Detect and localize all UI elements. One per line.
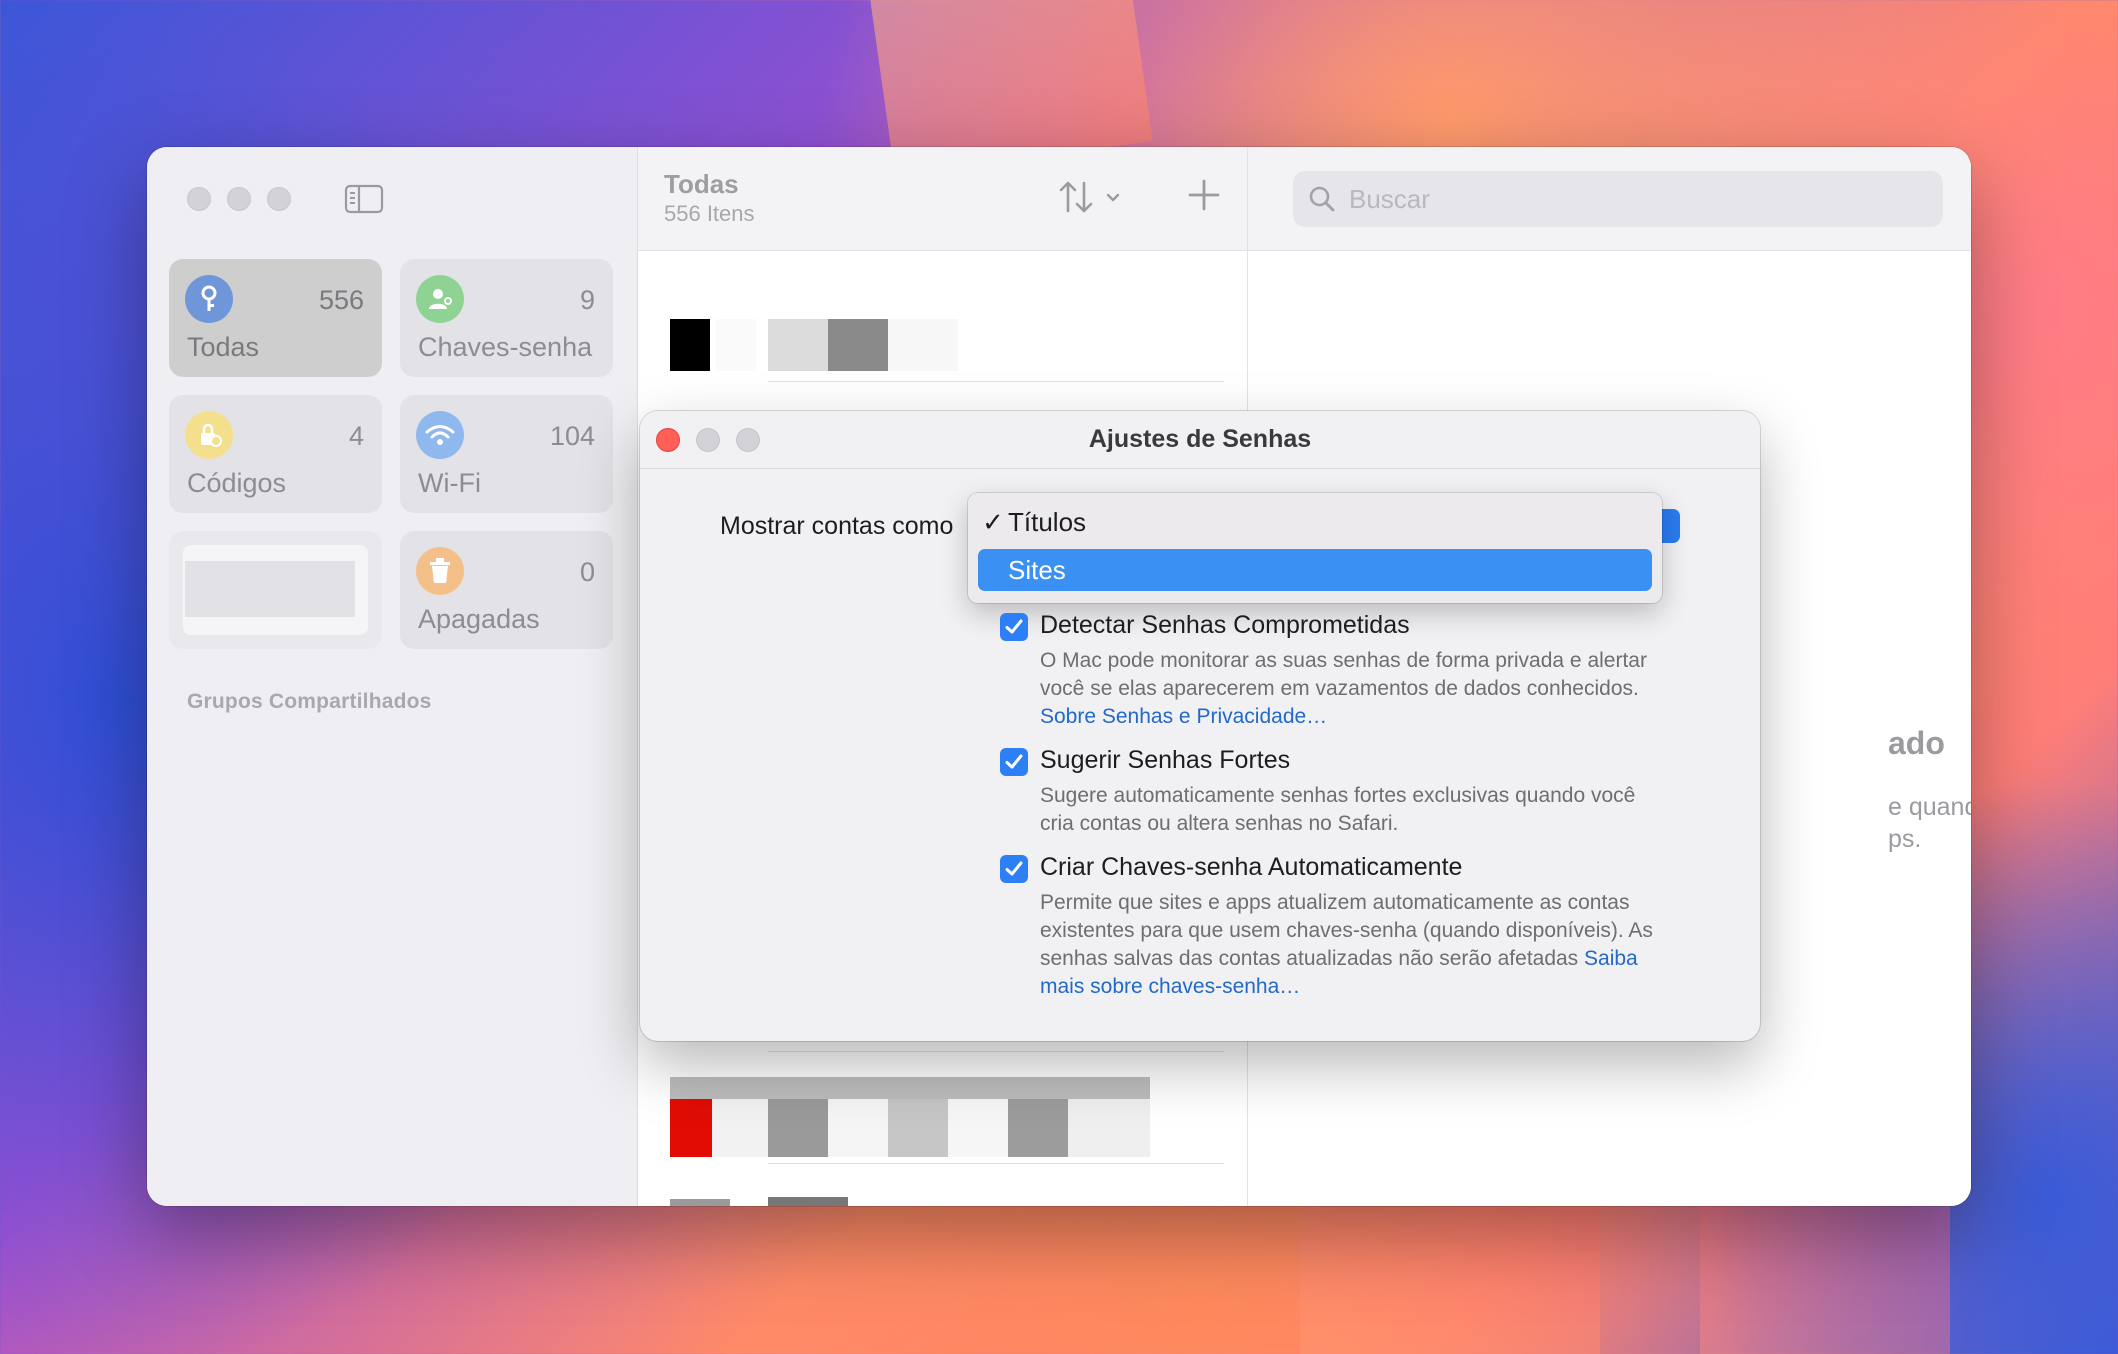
key-icon bbox=[185, 275, 233, 323]
option-description: O Mac pode monitorar as suas senhas de f… bbox=[1040, 649, 1647, 728]
search-input[interactable] bbox=[1349, 183, 1909, 215]
trash-icon bbox=[416, 547, 464, 595]
tile-count: 104 bbox=[549, 421, 595, 451]
sidebar-tile-todas[interactable]: 556 Todas bbox=[169, 259, 382, 377]
zoom-button[interactable] bbox=[267, 187, 291, 211]
detect-compromised-checkbox[interactable] bbox=[1000, 613, 1028, 641]
redacted-row-text bbox=[768, 319, 828, 371]
option-title: Sugerir Senhas Fortes bbox=[1040, 746, 1291, 774]
option-description: Sugere automaticamente senhas fortes exc… bbox=[1040, 784, 1636, 835]
tile-label: Wi-Fi bbox=[418, 468, 481, 498]
dialog-titlebar: Ajustes de Senhas bbox=[640, 411, 1760, 469]
empty-state-text: e quando você ps. bbox=[1888, 793, 1971, 853]
redacted-row-text bbox=[948, 1099, 1008, 1157]
sidebar-tile-redacted[interactable] bbox=[169, 531, 382, 649]
minimize-button[interactable] bbox=[227, 187, 251, 211]
plus-icon bbox=[1188, 179, 1220, 211]
redacted-row-icon bbox=[670, 1099, 712, 1157]
option-title: Criar Chaves-senha Automaticamente bbox=[1040, 853, 1463, 881]
popup-button-arrow[interactable] bbox=[1662, 509, 1680, 543]
search-field[interactable] bbox=[1293, 171, 1943, 227]
dialog-title: Ajustes de Senhas bbox=[1088, 425, 1312, 453]
row-separator bbox=[768, 1051, 1224, 1052]
sidebar-icon bbox=[344, 184, 384, 214]
show-accounts-label: Mostrar contas como bbox=[720, 512, 954, 540]
redacted-row-text bbox=[828, 1099, 888, 1157]
tile-label: Apagadas bbox=[418, 604, 540, 634]
empty-state-title: ado bbox=[1888, 725, 1945, 761]
checkmark-icon bbox=[1005, 619, 1023, 634]
tile-label: Chaves-senha bbox=[418, 332, 593, 362]
wifi-icon bbox=[416, 411, 464, 459]
menu-item-sites[interactable]: Sites bbox=[978, 549, 1652, 591]
redacted-row-icon bbox=[670, 319, 710, 371]
create-passkeys-checkbox[interactable] bbox=[1000, 855, 1028, 883]
checkmark-icon bbox=[1005, 861, 1023, 876]
redacted-row-text bbox=[828, 319, 888, 371]
sidebar-tile-wifi[interactable]: 104 Wi-Fi bbox=[400, 395, 613, 513]
tile-label: Todas bbox=[187, 332, 260, 362]
option-title: Detectar Senhas Comprometidas bbox=[1040, 611, 1410, 639]
option-description: Permite que sites e apps atualizem autom… bbox=[1040, 891, 1653, 998]
tile-count: 4 bbox=[348, 421, 364, 451]
redacted-row-text bbox=[712, 1099, 768, 1157]
sidebar: 556 Todas 9 Chaves-senha 4 Códigos 104 W… bbox=[147, 147, 638, 1206]
checkmark-icon bbox=[1005, 754, 1023, 769]
redacted-row-text bbox=[1008, 1099, 1068, 1157]
redacted-row-text bbox=[768, 1099, 828, 1157]
list-title: Todas bbox=[664, 169, 739, 199]
redacted-row-text bbox=[670, 1199, 730, 1206]
redacted-row-text bbox=[888, 1099, 948, 1157]
tile-label: Códigos bbox=[187, 468, 287, 498]
tile-count: 556 bbox=[318, 285, 364, 315]
sort-arrows-icon bbox=[1059, 181, 1120, 213]
row-separator bbox=[768, 1163, 1224, 1164]
shared-groups-heading: Grupos Compartilhados bbox=[187, 690, 432, 713]
window-controls bbox=[187, 187, 291, 211]
wallpaper-stripe bbox=[1700, 1180, 1950, 1354]
tile-count: 9 bbox=[579, 285, 595, 315]
menu-item-label: Títulos bbox=[1008, 506, 1087, 537]
redacted-row-text bbox=[1068, 1099, 1150, 1157]
sidebar-toggle-button[interactable] bbox=[344, 183, 384, 215]
detail-header bbox=[1248, 147, 1971, 251]
list-header: Todas 556 Itens bbox=[638, 147, 1247, 251]
close-button[interactable] bbox=[187, 187, 211, 211]
settings-dialog: Ajustes de Senhas Mostrar contas como ✓ … bbox=[640, 411, 1760, 1041]
redacted-row-text bbox=[716, 319, 756, 371]
redacted-row-text bbox=[670, 1077, 1150, 1099]
checkmark-icon: ✓ bbox=[982, 506, 1004, 537]
list-count: 556 Itens bbox=[664, 201, 755, 226]
show-accounts-menu: ✓ Títulos Sites bbox=[968, 493, 1662, 603]
sort-button[interactable] bbox=[1058, 177, 1138, 217]
lock-clock-icon bbox=[185, 411, 233, 459]
tile-count: 0 bbox=[579, 557, 595, 587]
privacy-link[interactable]: Sobre Senhas e Privacidade… bbox=[1040, 705, 1327, 728]
suggest-strong-checkbox[interactable] bbox=[1000, 748, 1028, 776]
redacted-row-text bbox=[888, 319, 958, 371]
redacted-area bbox=[185, 561, 355, 617]
add-button[interactable] bbox=[1184, 175, 1224, 215]
search-icon bbox=[1309, 186, 1335, 212]
menu-item-titulos[interactable]: ✓ Títulos bbox=[978, 501, 1652, 543]
person-key-icon bbox=[416, 275, 464, 323]
redacted-row-text bbox=[768, 1197, 848, 1206]
sidebar-tile-apagadas[interactable]: 0 Apagadas bbox=[400, 531, 613, 649]
sidebar-tile-codigos[interactable]: 4 Códigos bbox=[169, 395, 382, 513]
sidebar-tile-chaves-senha[interactable]: 9 Chaves-senha bbox=[400, 259, 613, 377]
row-separator bbox=[768, 381, 1224, 382]
menu-item-label: Sites bbox=[1008, 554, 1066, 585]
